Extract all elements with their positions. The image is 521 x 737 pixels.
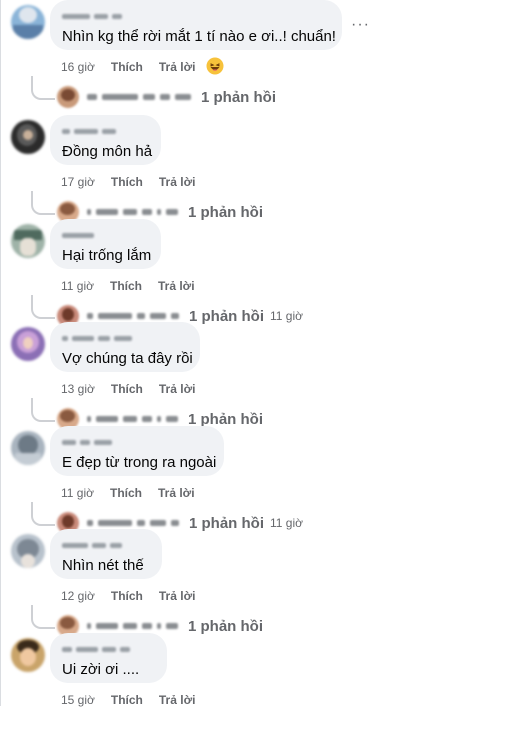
comment-bubble: Nhìn kg thể rời mắt 1 tí nào e ơi..! chu… bbox=[50, 0, 342, 50]
commenter-name-blurred[interactable] bbox=[62, 229, 149, 241]
like-button[interactable]: Thích bbox=[110, 279, 142, 293]
view-replies-link[interactable]: 1 phản hồi bbox=[57, 85, 276, 109]
commenter-name-blurred[interactable] bbox=[62, 643, 155, 655]
comment-bubble: Nhìn nét thế bbox=[50, 529, 162, 579]
replier-name-blurred bbox=[87, 209, 178, 215]
replier-name-blurred bbox=[87, 313, 179, 319]
comment-item: Đồng môn hả 17 giờ Thích Trả lời 1 phản … bbox=[0, 115, 521, 223]
reply-connector bbox=[31, 502, 55, 526]
comment-time[interactable]: 13 giờ bbox=[61, 382, 95, 396]
comment-bubble: Ui zời ơi .... bbox=[50, 633, 167, 683]
reply-count[interactable]: 1 phản hồi bbox=[188, 204, 263, 221]
replier-name-blurred bbox=[87, 94, 191, 100]
comment-meta: 16 giờ Thích Trả lời bbox=[61, 60, 195, 74]
reply-time: 11 giờ bbox=[270, 516, 303, 530]
reply-count[interactable]: 1 phản hồi bbox=[188, 411, 263, 428]
comment-item: Nhìn nét thế 12 giờ Thích Trả lời 1 phản… bbox=[0, 529, 521, 637]
comment-text: Vợ chúng ta đây rồi bbox=[62, 350, 193, 367]
like-button[interactable]: Thích bbox=[111, 693, 143, 707]
avatar[interactable] bbox=[11, 638, 45, 672]
comment-item: Hại trống lắm 11 giờ Thích Trả lời 1 phả… bbox=[0, 219, 521, 327]
commenter-name-blurred[interactable] bbox=[62, 539, 150, 551]
comment-bubble: E đẹp từ trong ra ngoài bbox=[50, 426, 224, 476]
reply-button[interactable]: Trả lời bbox=[159, 175, 196, 189]
comment-text: Hại trống lắm bbox=[62, 247, 152, 264]
reply-connector bbox=[31, 295, 55, 319]
like-button[interactable]: Thích bbox=[111, 60, 143, 74]
comment-meta: 12 giờ Thích Trả lời bbox=[61, 589, 195, 603]
comment-time[interactable]: 11 giờ bbox=[61, 279, 94, 293]
reply-count[interactable]: 1 phản hồi bbox=[188, 618, 263, 635]
comment-bubble: Hại trống lắm bbox=[50, 219, 161, 269]
reply-button[interactable]: Trả lời bbox=[158, 486, 195, 500]
reply-button[interactable]: Trả lời bbox=[159, 693, 196, 707]
reply-count[interactable]: 1 phản hồi bbox=[201, 89, 276, 106]
comment-meta: 11 giờ Thích Trả lời bbox=[61, 486, 195, 500]
avatar[interactable] bbox=[11, 224, 45, 258]
reply-button[interactable]: Trả lời bbox=[159, 589, 196, 603]
like-button[interactable]: Thích bbox=[111, 382, 143, 396]
like-button[interactable]: Thích bbox=[110, 486, 142, 500]
more-options-button[interactable]: ··· bbox=[351, 16, 370, 34]
comment-time[interactable]: 11 giờ bbox=[61, 486, 94, 500]
avatar[interactable] bbox=[11, 534, 45, 568]
comment-time[interactable]: 17 giờ bbox=[61, 175, 95, 189]
comment-time[interactable]: 12 giờ bbox=[61, 589, 95, 603]
laughing-face-icon[interactable] bbox=[206, 57, 224, 75]
comment-meta: 17 giờ Thích Trả lời bbox=[61, 175, 195, 189]
reply-connector bbox=[31, 191, 55, 215]
commenter-name-blurred[interactable] bbox=[62, 436, 212, 448]
comment-item: E đẹp từ trong ra ngoài 11 giờ Thích Trả… bbox=[0, 426, 521, 534]
comment-bubble: Đồng môn hả bbox=[50, 115, 161, 165]
commenter-name-blurred[interactable] bbox=[62, 125, 149, 137]
comment-text: Đồng môn hả bbox=[62, 143, 153, 160]
reply-connector bbox=[31, 605, 55, 629]
reply-button[interactable]: Trả lời bbox=[158, 279, 195, 293]
comment-item: Ui zời ơi .... 15 giờ Thích Trả lời bbox=[0, 633, 521, 737]
like-button[interactable]: Thích bbox=[111, 589, 143, 603]
commenter-name-blurred[interactable] bbox=[62, 10, 330, 22]
avatar[interactable] bbox=[11, 431, 45, 465]
comment-time[interactable]: 15 giờ bbox=[61, 693, 95, 707]
avatar[interactable] bbox=[11, 327, 45, 361]
replier-name-blurred bbox=[87, 623, 178, 629]
comment-time[interactable]: 16 giờ bbox=[61, 60, 95, 74]
commenter-name-blurred[interactable] bbox=[62, 332, 188, 344]
avatar[interactable] bbox=[11, 5, 45, 39]
comment-text: E đẹp từ trong ra ngoài bbox=[62, 454, 217, 471]
comment-item: Vợ chúng ta đây rồi 13 giờ Thích Trả lời… bbox=[0, 322, 521, 430]
replier-name-blurred bbox=[87, 416, 178, 422]
comment-meta: 15 giờ Thích Trả lời bbox=[61, 693, 195, 707]
comment-meta: 11 giờ Thích Trả lời bbox=[61, 279, 195, 293]
comment-text: Nhìn kg thể rời mắt 1 tí nào e ơi..! chu… bbox=[62, 28, 336, 45]
comment-meta: 13 giờ Thích Trả lời bbox=[61, 382, 195, 396]
reply-avatar bbox=[57, 86, 79, 108]
comment-text: Nhìn nét thế bbox=[62, 557, 144, 574]
avatar[interactable] bbox=[11, 120, 45, 154]
reply-connector bbox=[31, 76, 55, 100]
reply-time: 11 giờ bbox=[270, 309, 303, 323]
replier-name-blurred bbox=[87, 520, 179, 526]
reply-button[interactable]: Trả lời bbox=[159, 382, 196, 396]
comment-text: Ui zời ơi .... bbox=[62, 661, 140, 678]
comment-item: Nhìn kg thể rời mắt 1 tí nào e ơi..! chu… bbox=[0, 0, 521, 108]
comment-bubble: Vợ chúng ta đây rồi bbox=[50, 322, 200, 372]
reply-button[interactable]: Trả lời bbox=[159, 60, 196, 74]
reply-connector bbox=[31, 398, 55, 422]
like-button[interactable]: Thích bbox=[111, 175, 143, 189]
